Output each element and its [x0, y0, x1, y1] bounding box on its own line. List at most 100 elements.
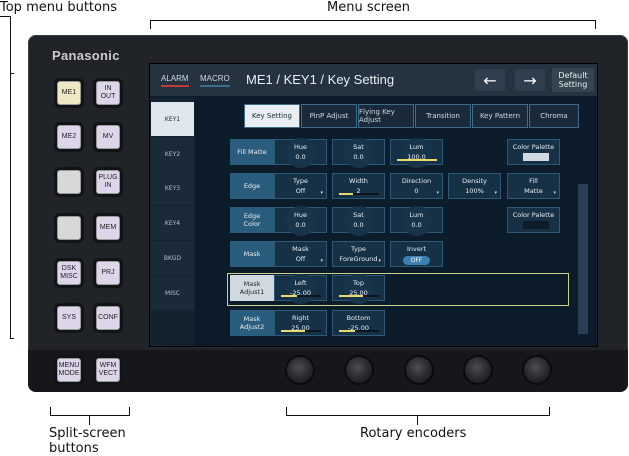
rotary-encoder-2[interactable] [346, 357, 372, 383]
param-name: Mask [292, 245, 309, 253]
dropdown-icon: ▾ [378, 258, 381, 264]
tab-key-setting[interactable]: Key Setting [244, 104, 300, 128]
tab-chroma[interactable]: Chroma [529, 104, 579, 128]
param-name: Invert [406, 245, 427, 253]
param-name: Density [462, 177, 487, 185]
param-name: Type [351, 245, 366, 253]
level-fill [281, 330, 305, 332]
dropdown-icon: ▾ [494, 190, 497, 196]
invert-toggle[interactable]: OFF [402, 256, 431, 265]
param-name: Width [349, 177, 368, 185]
default-setting-button[interactable]: Default Setting [552, 68, 594, 92]
rotary-encoder-4[interactable] [465, 357, 491, 383]
param-value: 0.0 [295, 221, 306, 229]
alarm-button[interactable]: ALARM [161, 74, 189, 83]
param-name: Hue [293, 143, 307, 151]
edge-direction-param[interactable]: Direction 0 ▾ [390, 173, 443, 199]
me2-button[interactable]: ME2 [57, 125, 81, 149]
row-label-fill-matte: Fill Matte [230, 139, 274, 165]
edge-width-param[interactable]: Width 2 [332, 173, 385, 199]
level-bar [281, 295, 321, 297]
param-name: Direction [401, 177, 432, 185]
edge-color-sat-param[interactable]: Sat 0.0 [332, 206, 385, 236]
me1-button[interactable]: ME1 [57, 81, 81, 105]
param-name: Sat [353, 211, 364, 219]
edge-color-hue-param[interactable]: Hue 0.0 [274, 206, 327, 236]
rotary-encoder-3[interactable] [406, 357, 432, 383]
dsk-misc-button[interactable]: DSK MISC [57, 261, 81, 285]
mv-button[interactable]: MV [96, 125, 120, 149]
level-fill [339, 330, 355, 332]
edge-fill-param[interactable]: Fill Matte ▾ [507, 173, 560, 199]
scrollbar[interactable] [578, 184, 588, 334]
param-name: Left [294, 279, 307, 287]
sys-button[interactable]: SYS [57, 306, 81, 330]
tab-pinp-adjust[interactable]: PinP Adjust [301, 104, 357, 128]
fill-matte-hue-param[interactable]: Hue 0.0 [274, 138, 327, 168]
edge-density-param[interactable]: Density 100% ▾ [448, 173, 501, 199]
side-tab-key1[interactable]: KEY1 [151, 102, 194, 136]
macro-button[interactable]: MACRO [200, 74, 230, 83]
mem-button[interactable]: MEM [96, 216, 120, 240]
param-value: ForeGround [339, 255, 378, 263]
param-name: Color Palette [512, 211, 555, 219]
tab-flying-key-adjust[interactable]: Flying Key Adjust [358, 104, 414, 128]
mask-type-param[interactable]: Type ForeGround ▾ [332, 241, 385, 267]
param-value: 0.0 [295, 153, 306, 161]
brand-logo: Panasonic [52, 48, 120, 63]
rotary-encoders-caption: Rotary encoders [360, 426, 467, 441]
wfm-vect-button[interactable]: WFM VECT [96, 358, 120, 382]
dropdown-icon: ▾ [320, 258, 323, 264]
param-name: Hue [293, 211, 307, 219]
blank-button-1[interactable] [57, 170, 81, 194]
top-menu-bracket-side [10, 73, 14, 339]
fill-matte-sat-param[interactable]: Sat 0.0 [332, 138, 385, 168]
side-tab-misc[interactable]: MISC [151, 276, 194, 310]
tab-transition[interactable]: Transition [415, 104, 471, 128]
mask-mask-param[interactable]: Mask Off ▾ [274, 241, 327, 267]
param-value: Matte [524, 187, 543, 195]
fill-matte-color-palette[interactable]: Color Palette [507, 139, 560, 165]
mask-adjust2-right-param[interactable]: Right 25.00 [274, 310, 327, 336]
param-value: 0 [414, 187, 419, 195]
palette-swatch [523, 221, 549, 229]
level-bar [397, 159, 437, 161]
param-value: 0.0 [411, 221, 422, 229]
edge-color-palette[interactable]: Color Palette [507, 207, 560, 233]
side-tab-key2[interactable]: KEY2 [151, 137, 194, 171]
forward-arrow-icon[interactable]: → [515, 69, 545, 91]
menu-mode-button[interactable]: MENU MODE [57, 358, 81, 382]
level-fill [339, 295, 363, 297]
prj-button[interactable]: PRJ [96, 261, 120, 285]
edge-type-param[interactable]: Type Off ▾ [274, 173, 327, 199]
row-label-edge: Edge [230, 173, 274, 199]
mask-invert-param[interactable]: Invert OFF [390, 241, 443, 267]
in-out-button[interactable]: IN OUT [96, 81, 120, 105]
page-title: ME1 / KEY1 / Key Setting [246, 72, 395, 87]
rotary-encoder-5[interactable] [524, 357, 550, 383]
level-bar [339, 330, 379, 332]
param-name: Sat [353, 143, 364, 151]
row-label-edge-color: Edge Color [230, 207, 274, 233]
side-tab-bkgd[interactable]: BKGD [151, 241, 194, 275]
tab-key-pattern[interactable]: Key Pattern [472, 104, 528, 128]
side-tab-key4[interactable]: KEY4 [151, 206, 194, 240]
edge-color-lum-param[interactable]: Lum 0.0 [390, 206, 443, 236]
mask-adjust2-bottom-param[interactable]: Bottom -25.00 [332, 310, 385, 336]
top-menu-buttons-caption: Top menu buttons [0, 0, 117, 15]
fill-matte-lum-param[interactable]: Lum 100.0 [390, 138, 443, 168]
top-menu-bracket-h [0, 16, 10, 17]
dropdown-icon: ▾ [436, 190, 439, 196]
back-arrow-icon[interactable]: ← [475, 69, 505, 91]
rotary-encoder-1[interactable] [287, 357, 313, 383]
side-tab-key3[interactable]: KEY3 [151, 171, 194, 205]
plug-in-button[interactable]: PLUG IN [96, 170, 120, 194]
blank-button-2[interactable] [57, 216, 81, 240]
level-fill [397, 159, 437, 161]
param-name: Top [353, 279, 364, 287]
level-fill [281, 295, 297, 297]
param-name: Color Palette [512, 143, 555, 151]
conf-button[interactable]: CONF [96, 306, 120, 330]
palette-swatch [523, 153, 549, 161]
param-name: Fill [529, 177, 538, 185]
